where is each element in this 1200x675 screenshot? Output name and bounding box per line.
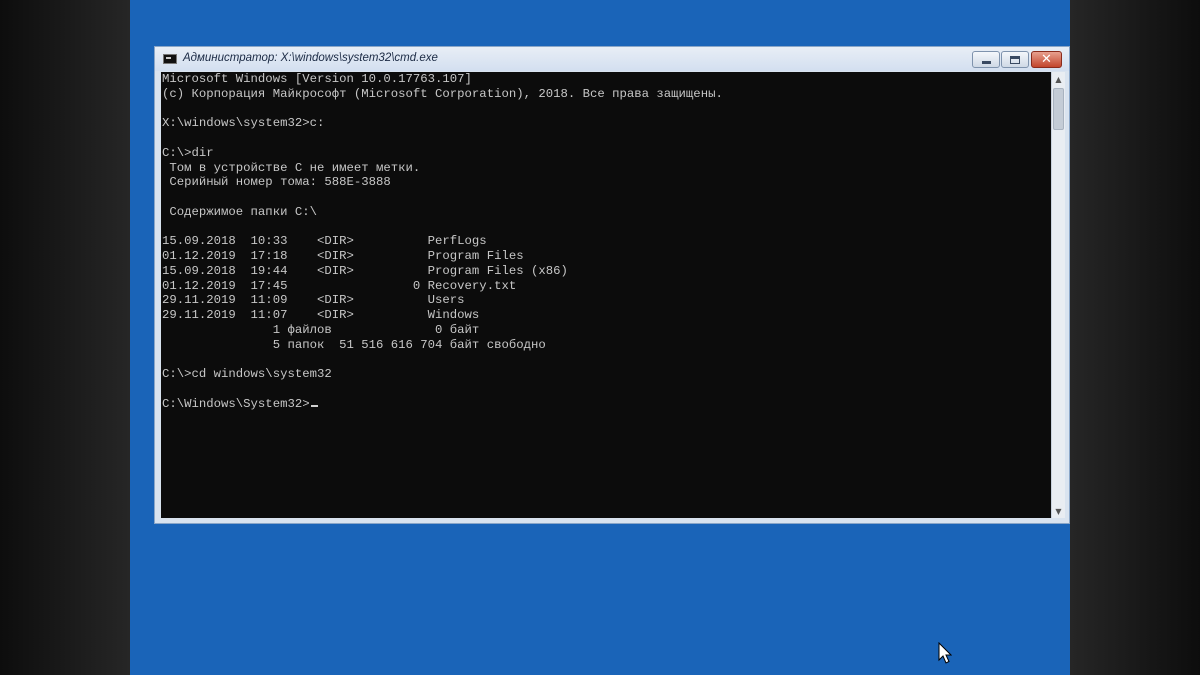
minimize-button[interactable] <box>972 51 1000 68</box>
close-icon: ✕ <box>1041 52 1052 67</box>
console-line: 29.11.2019 11:07 <DIR> Windows <box>162 308 480 322</box>
scroll-thumb[interactable] <box>1053 88 1064 130</box>
prompt-text: C:\Windows\System32> <box>162 396 310 411</box>
scroll-down-arrow-icon[interactable]: ▼ <box>1052 504 1065 518</box>
scroll-up-arrow-icon[interactable]: ▲ <box>1052 72 1065 86</box>
window-title: Администратор: X:\windows\system32\cmd.e… <box>183 52 438 64</box>
console-line: C:\>dir <box>162 145 214 160</box>
console-line: 5 папок 51 516 616 704 байт свободно <box>162 337 546 352</box>
console-line: C:\>cd windows\system32 <box>162 367 332 381</box>
maximize-button[interactable] <box>1001 51 1029 68</box>
console-line: 15.09.2018 10:33 <DIR> PerfLogs <box>162 234 487 249</box>
minimize-icon <box>981 61 991 64</box>
maximize-icon <box>1010 55 1020 64</box>
console-line: 01.12.2019 17:45 0 Recovery.txt <box>162 278 517 293</box>
mouse-pointer-icon <box>938 642 952 664</box>
console-line: (c) Корпорация Майкрософт (Microsoft Cor… <box>162 86 723 101</box>
text-cursor <box>310 404 318 407</box>
cmd-window[interactable]: Администратор: X:\windows\system32\cmd.e… <box>154 46 1070 524</box>
close-button[interactable]: ✕ <box>1031 51 1062 68</box>
console-output[interactable]: Microsoft Windows [Version 10.0.17763.10… <box>161 72 1051 518</box>
left-frame <box>0 0 130 675</box>
console-line: 29.11.2019 11:09 <DIR> Users <box>162 293 465 308</box>
console-line: Том в устройстве C не имеет метки. <box>162 160 421 175</box>
title-bar[interactable]: Администратор: X:\windows\system32\cmd.e… <box>155 47 1069 71</box>
console-line: 15.09.2018 19:44 <DIR> Program Files (x8… <box>162 263 568 278</box>
console-line: X:\windows\system32>c: <box>162 116 325 131</box>
console-line: Содержимое папки C:\ <box>162 204 317 219</box>
cmd-icon[interactable] <box>163 54 177 64</box>
console-line: Microsoft Windows [Version 10.0.17763.10… <box>162 72 472 86</box>
command-prompt-line[interactable]: C:\Windows\System32> <box>161 397 1051 412</box>
console-line: Серийный номер тома: 588E-3888 <box>162 175 391 190</box>
vertical-scrollbar[interactable]: ▲ ▼ <box>1051 72 1065 518</box>
console-line: 01.12.2019 17:18 <DIR> Program Files <box>162 249 524 263</box>
console-line: 1 файлов 0 байт <box>162 322 480 337</box>
right-frame <box>1070 0 1200 675</box>
